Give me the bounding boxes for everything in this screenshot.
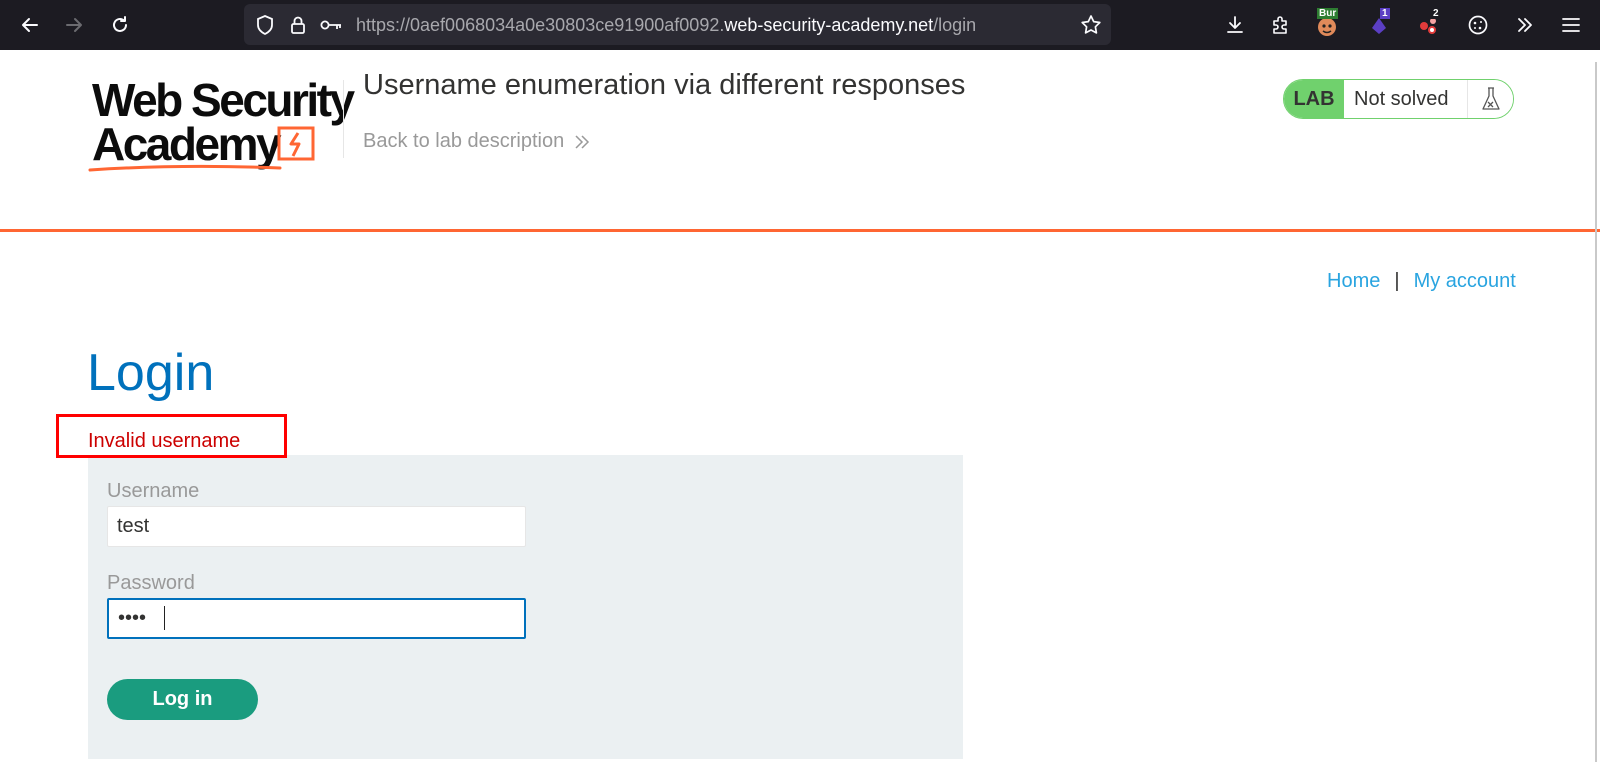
- top-nav: Home | My account: [1327, 270, 1516, 293]
- lab-status-widget: LAB Not solved: [1283, 79, 1514, 119]
- text-caret: [164, 606, 165, 630]
- overflow-chevron-icon[interactable]: [1509, 9, 1541, 41]
- url-path: /login: [933, 15, 977, 35]
- error-message: Invalid username: [88, 430, 241, 452]
- my-account-link[interactable]: My account: [1414, 270, 1516, 293]
- password-label: Password: [107, 572, 195, 594]
- header-rule: [0, 229, 1600, 232]
- page-scrollbar[interactable]: [1595, 62, 1597, 762]
- extension-3-badge: 2: [1431, 8, 1441, 19]
- address-bar[interactable]: https://0aef0068034a0e30803ce91900af0092…: [244, 4, 1111, 45]
- flask-icon: [1468, 80, 1513, 118]
- lab-badge: LAB: [1284, 80, 1344, 118]
- lab-status-text: Not solved: [1344, 80, 1468, 118]
- url-prefix: https://0aef0068034a0e30803ce91900af0092…: [356, 15, 725, 35]
- shield-icon[interactable]: [254, 14, 276, 36]
- extension-2-badge: 1: [1380, 8, 1390, 19]
- lock-icon[interactable]: [287, 14, 309, 36]
- home-link[interactable]: Home: [1327, 270, 1380, 293]
- forward-icon[interactable]: [58, 9, 90, 41]
- key-icon[interactable]: [320, 14, 342, 36]
- web-security-academy-logo[interactable]: Web Security Academy: [88, 76, 355, 172]
- password-input[interactable]: [107, 598, 526, 639]
- downloads-icon[interactable]: [1219, 9, 1251, 41]
- extension-2-icon[interactable]: 1: [1363, 8, 1395, 41]
- logo-line1: Web Security: [92, 74, 355, 126]
- logo-line2: Academy: [92, 118, 282, 170]
- login-heading: Login: [87, 344, 215, 402]
- reload-icon[interactable]: [104, 9, 136, 41]
- extensions-puzzle-icon[interactable]: [1264, 9, 1296, 41]
- bookmark-star-icon[interactable]: [1080, 14, 1102, 36]
- username-input[interactable]: [107, 506, 526, 547]
- nav-separator: |: [1394, 270, 1400, 292]
- lab-title: Username enumeration via different respo…: [363, 69, 966, 101]
- double-chevron-right-icon: [575, 134, 590, 149]
- logo-swoosh-icon: [88, 164, 282, 172]
- browser-toolbar: https://0aef0068034a0e30803ce91900af0092…: [0, 0, 1600, 50]
- menu-icon[interactable]: [1555, 9, 1587, 41]
- cookie-icon[interactable]: [1462, 9, 1494, 41]
- extension-3-icon[interactable]: 2: [1413, 8, 1445, 41]
- header-divider: [343, 80, 344, 158]
- burp-extension-icon[interactable]: Bur: [1311, 8, 1343, 41]
- back-link-label: Back to lab description: [363, 130, 565, 152]
- logo-bolt-icon: [277, 126, 315, 161]
- username-label: Username: [107, 480, 200, 502]
- login-button[interactable]: Log in: [107, 679, 258, 720]
- burp-badge: Bur: [1317, 8, 1339, 19]
- back-to-lab-link[interactable]: Back to lab description: [363, 130, 590, 153]
- url-host: web-security-academy.net: [724, 15, 934, 35]
- back-icon[interactable]: [14, 9, 46, 41]
- url-text[interactable]: https://0aef0068034a0e30803ce91900af0092…: [356, 15, 976, 36]
